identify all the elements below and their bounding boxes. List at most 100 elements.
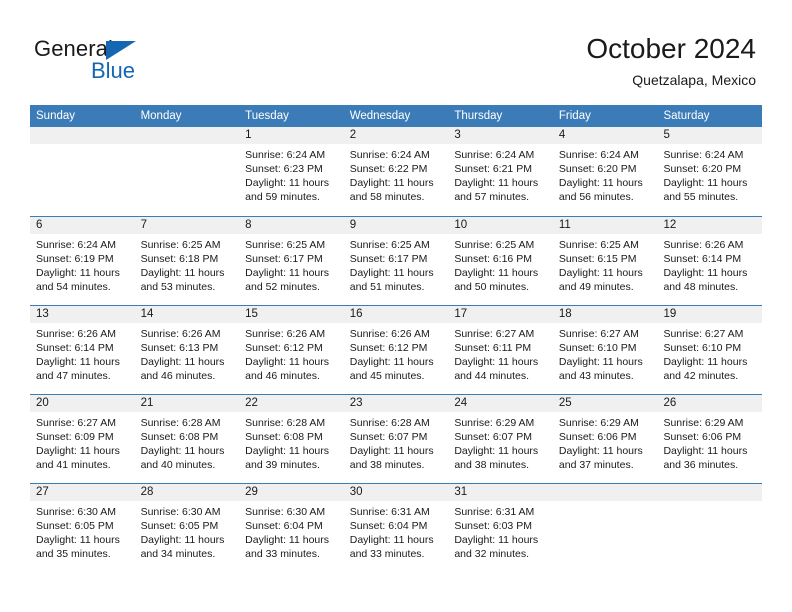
sunrise-text: Sunrise: 6:29 AM	[454, 417, 535, 429]
day-info: Sunrise: 6:24 AM Sunset: 6:21 PM Daylight:…	[448, 144, 553, 204]
calendar-grid: Sunday Monday Tuesday Wednesday Thursday Frid…	[30, 105, 763, 572]
calendar-day-cell[interactable]: 30 Sunrise: 6:31 AM Sunset: 6:04 PM Dayligh…	[343, 484, 449, 572]
sunrise-text: Sunrise: 6:24 AM	[245, 149, 326, 161]
calendar-day-cell[interactable]: 10 Sunrise: 6:25 AM Sunset: 6:16 PM Dayligh…	[448, 217, 553, 305]
day-info: Sunrise: 6:26 AM Sunset: 6:12 PM Daylight:…	[344, 323, 449, 383]
calendar-day-cell[interactable]: 19 Sunrise: 6:27 AM Sunset: 6:10 PM Dayligh…	[657, 306, 763, 394]
sunset-text: Sunset: 6:07 PM	[454, 431, 532, 443]
day-number: 29	[239, 484, 344, 501]
sunrise-text: Sunrise: 6:30 AM	[36, 506, 116, 518]
calendar-day-cell[interactable]: 16 Sunrise: 6:26 AM Sunset: 6:12 PM Dayligh…	[343, 306, 449, 394]
daylight-text: Daylight: 11 hours and 34 minutes.	[140, 534, 225, 560]
day-number: 20	[30, 395, 135, 412]
day-info: Sunrise: 6:30 AM Sunset: 6:05 PM Daylight:…	[135, 501, 240, 561]
day-number: 10	[448, 217, 553, 234]
day-number: 6	[30, 217, 135, 234]
day-info: Sunrise: 6:29 AM Sunset: 6:06 PM Daylight:…	[657, 412, 762, 472]
calendar-day-cell[interactable]: 5 Sunrise: 6:24 AM Sunset: 6:20 PM Daylight…	[657, 127, 763, 216]
day-info: Sunrise: 6:25 AM Sunset: 6:16 PM Daylight:…	[448, 234, 553, 294]
day-info: Sunrise: 6:26 AM Sunset: 6:14 PM Daylight:…	[657, 234, 762, 294]
calendar-day-cell[interactable]: 14 Sunrise: 6:26 AM Sunset: 6:13 PM Dayligh…	[134, 306, 240, 394]
page-header: General Blue October 2024 Quetzalapa, Me…	[0, 0, 792, 106]
sunrise-text: Sunrise: 6:28 AM	[349, 417, 430, 429]
sunrise-text: Sunrise: 6:26 AM	[140, 328, 221, 340]
day-number: 31	[448, 484, 553, 501]
calendar-day-cell[interactable]: 26 Sunrise: 6:29 AM Sunset: 6:06 PM Dayligh…	[657, 395, 763, 483]
day-info: Sunrise: 6:24 AM Sunset: 6:19 PM Daylight:…	[30, 234, 135, 294]
sunset-text: Sunset: 6:20 PM	[663, 163, 742, 175]
sunrise-text: Sunrise: 6:31 AM	[454, 506, 535, 518]
daylight-text: Daylight: 11 hours and 53 minutes.	[140, 267, 225, 293]
calendar-day-cell[interactable]: 11 Sunrise: 6:25 AM Sunset: 6:15 PM Dayligh…	[552, 217, 658, 305]
calendar-day-cell[interactable]: 25 Sunrise: 6:29 AM Sunset: 6:06 PM Dayligh…	[552, 395, 658, 483]
day-info: Sunrise: 6:24 AM Sunset: 6:20 PM Daylight:…	[657, 144, 762, 204]
weekday-header-thursday: Thursday	[454, 110, 503, 122]
sunset-text: Sunset: 6:04 PM	[245, 520, 323, 532]
daylight-text: Daylight: 11 hours and 39 minutes.	[245, 445, 330, 471]
daylight-text: Daylight: 11 hours and 51 minutes.	[349, 267, 434, 293]
day-info: Sunrise: 6:24 AM Sunset: 6:20 PM Daylight:…	[553, 144, 658, 204]
calendar-day-cell[interactable]: 1 Sunrise: 6:24 AM Sunset: 6:23 PM Daylight…	[239, 127, 344, 216]
daylight-text: Daylight: 11 hours and 49 minutes.	[558, 267, 643, 293]
calendar-day-cell[interactable]: 28 Sunrise: 6:30 AM Sunset: 6:05 PM Dayligh…	[134, 484, 240, 572]
daylight-text: Daylight: 11 hours and 45 minutes.	[349, 356, 434, 382]
day-number	[552, 484, 658, 501]
calendar-day-cell[interactable]: 27 Sunrise: 6:30 AM Sunset: 6:05 PM Dayligh…	[30, 484, 135, 572]
calendar-day-cell[interactable]: 22 Sunrise: 6:28 AM Sunset: 6:08 PM Dayligh…	[239, 395, 344, 483]
sunset-text: Sunset: 6:04 PM	[349, 520, 428, 532]
page-subtitle: Quetzalapa, Mexico	[632, 72, 756, 88]
day-number: 24	[448, 395, 553, 412]
calendar-day-cell[interactable]: 8 Sunrise: 6:25 AM Sunset: 6:17 PM Daylight…	[239, 217, 344, 305]
calendar-day-cell[interactable]: 21 Sunrise: 6:28 AM Sunset: 6:08 PM Dayligh…	[134, 395, 240, 483]
daylight-text: Daylight: 11 hours and 59 minutes.	[245, 177, 330, 203]
daylight-text: Daylight: 11 hours and 33 minutes.	[349, 534, 434, 560]
calendar-day-cell[interactable]: 7 Sunrise: 6:25 AM Sunset: 6:18 PM Daylight…	[134, 217, 240, 305]
sunset-text: Sunset: 6:08 PM	[140, 431, 219, 443]
day-number: 9	[343, 217, 449, 234]
day-info: Sunrise: 6:26 AM Sunset: 6:14 PM Daylight:…	[30, 323, 135, 383]
day-number	[657, 484, 763, 501]
calendar-day-cell[interactable]: 6 Sunrise: 6:24 AM Sunset: 6:19 PM Daylight…	[30, 217, 135, 305]
sunset-text: Sunset: 6:03 PM	[454, 520, 532, 532]
sunrise-text: Sunrise: 6:30 AM	[245, 506, 326, 518]
sunrise-text: Sunrise: 6:25 AM	[558, 239, 639, 251]
daylight-text: Daylight: 11 hours and 56 minutes.	[558, 177, 643, 203]
day-info: Sunrise: 6:29 AM Sunset: 6:06 PM Daylight:…	[553, 412, 658, 472]
calendar-day-cell[interactable]: 20 Sunrise: 6:27 AM Sunset: 6:09 PM Dayligh…	[30, 395, 135, 483]
calendar-day-cell[interactable]: 13 Sunrise: 6:26 AM Sunset: 6:14 PM Dayligh…	[30, 306, 135, 394]
sunset-text: Sunset: 6:09 PM	[36, 431, 114, 443]
day-info: Sunrise: 6:28 AM Sunset: 6:07 PM Daylight:…	[344, 412, 449, 472]
calendar-day-cell[interactable]: 24 Sunrise: 6:29 AM Sunset: 6:07 PM Dayligh…	[448, 395, 553, 483]
calendar-day-cell[interactable]: 2 Sunrise: 6:24 AM Sunset: 6:22 PM Daylight…	[343, 127, 449, 216]
day-number: 4	[552, 127, 658, 144]
calendar-day-cell[interactable]: 3 Sunrise: 6:24 AM Sunset: 6:21 PM Daylight…	[448, 127, 553, 216]
calendar-day-cell-empty	[30, 127, 135, 216]
daylight-text: Daylight: 11 hours and 38 minutes.	[454, 445, 539, 471]
calendar-day-cell[interactable]: 17 Sunrise: 6:27 AM Sunset: 6:11 PM Dayligh…	[448, 306, 553, 394]
day-info: Sunrise: 6:31 AM Sunset: 6:04 PM Daylight:…	[344, 501, 449, 561]
calendar-day-cell[interactable]: 18 Sunrise: 6:27 AM Sunset: 6:10 PM Dayligh…	[552, 306, 658, 394]
sunrise-text: Sunrise: 6:24 AM	[558, 149, 639, 161]
calendar-day-cell[interactable]: 12 Sunrise: 6:26 AM Sunset: 6:14 PM Dayligh…	[657, 217, 763, 305]
general-blue-logo: General Blue	[34, 36, 234, 88]
calendar-day-cell[interactable]: 15 Sunrise: 6:26 AM Sunset: 6:12 PM Dayligh…	[239, 306, 344, 394]
daylight-text: Daylight: 11 hours and 37 minutes.	[558, 445, 643, 471]
calendar-day-cell[interactable]: 4 Sunrise: 6:24 AM Sunset: 6:20 PM Daylight…	[552, 127, 658, 216]
calendar-day-cell[interactable]: 29 Sunrise: 6:30 AM Sunset: 6:04 PM Dayligh…	[239, 484, 344, 572]
day-info: Sunrise: 6:26 AM Sunset: 6:12 PM Daylight:…	[239, 323, 344, 383]
day-info: Sunrise: 6:27 AM Sunset: 6:10 PM Daylight:…	[553, 323, 658, 383]
weekday-header-saturday: Saturday	[663, 110, 710, 122]
page-title: October 2024	[586, 33, 756, 64]
daylight-text: Daylight: 11 hours and 36 minutes.	[663, 445, 748, 471]
sunrise-text: Sunrise: 6:29 AM	[663, 417, 744, 429]
day-info: Sunrise: 6:27 AM Sunset: 6:10 PM Daylight:…	[657, 323, 762, 383]
calendar-day-cell[interactable]: 23 Sunrise: 6:28 AM Sunset: 6:07 PM Dayligh…	[343, 395, 449, 483]
calendar-day-cell[interactable]: 9 Sunrise: 6:25 AM Sunset: 6:17 PM Daylight…	[343, 217, 449, 305]
calendar-day-cell[interactable]: 31 Sunrise: 6:31 AM Sunset: 6:03 PM Dayligh…	[448, 484, 553, 572]
sunset-text: Sunset: 6:19 PM	[36, 253, 114, 265]
daylight-text: Daylight: 11 hours and 55 minutes.	[663, 177, 748, 203]
sunrise-text: Sunrise: 6:26 AM	[349, 328, 430, 340]
day-info: Sunrise: 6:28 AM Sunset: 6:08 PM Daylight:…	[135, 412, 240, 472]
sunrise-text: Sunrise: 6:27 AM	[663, 328, 744, 340]
day-number: 30	[343, 484, 449, 501]
